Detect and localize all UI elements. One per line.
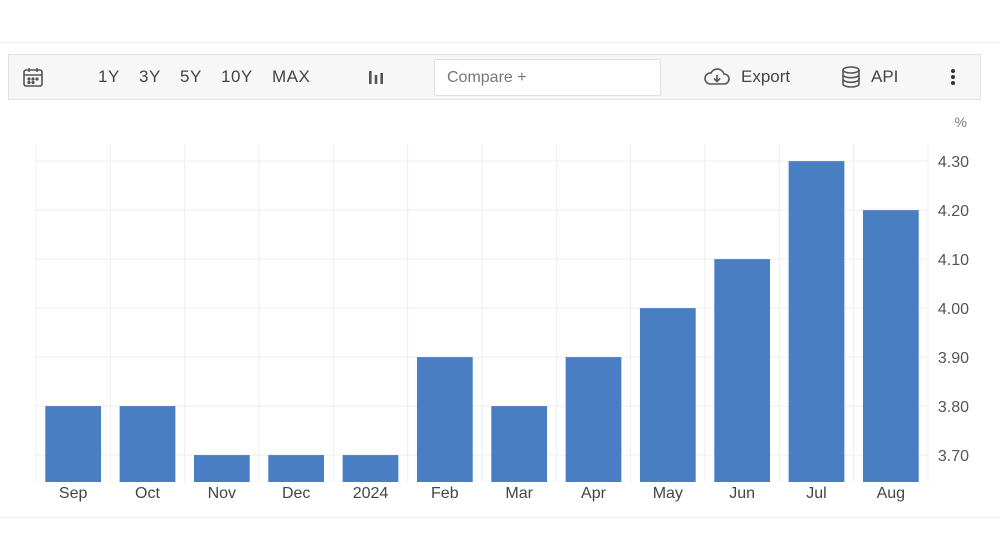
y-tick-label: 4.20 bbox=[938, 203, 969, 220]
x-tick-label: Aug bbox=[877, 485, 905, 502]
range-1y-button[interactable]: 1Y bbox=[98, 55, 120, 99]
bar-feb bbox=[416, 357, 473, 482]
bar-sep bbox=[45, 406, 102, 482]
bar-chart: 3.70 3.80 3.90 4.00 4.10 4.20 4.30% Sep Oct Nov De… bbox=[35, 114, 969, 502]
compare-input[interactable]: Compare + bbox=[434, 59, 661, 96]
y-tick-label: 4.10 bbox=[938, 252, 969, 269]
range-max-button[interactable]: MAX bbox=[272, 55, 310, 99]
chart-toolbar: 1Y 3Y 5Y 10Y MAX Compare + Export API bbox=[8, 54, 981, 100]
cloud-download-icon bbox=[703, 66, 731, 88]
x-tick-label: May bbox=[653, 485, 683, 502]
bar-chart-icon[interactable] bbox=[365, 55, 387, 99]
bar-may bbox=[639, 308, 696, 482]
x-tick-label: Oct bbox=[135, 485, 160, 502]
x-tick-label: Jul bbox=[806, 485, 826, 502]
x-tick-label: Sep bbox=[59, 485, 88, 502]
y-unit-label: % bbox=[955, 114, 967, 130]
y-tick-label: 3.70 bbox=[938, 448, 969, 465]
bar-apr bbox=[565, 357, 622, 482]
y-tick-label: 4.30 bbox=[938, 154, 969, 171]
bar-jul bbox=[788, 161, 845, 482]
chart-area: 3.70 3.80 3.90 4.00 4.10 4.20 4.30% Sep Oct Nov De… bbox=[0, 100, 1000, 516]
x-tick-label: Dec bbox=[282, 485, 310, 502]
bar-oct bbox=[119, 406, 176, 482]
bar-aug bbox=[862, 210, 919, 482]
database-icon bbox=[841, 65, 861, 89]
bar-dec bbox=[268, 455, 325, 482]
x-tick-label: Jun bbox=[729, 485, 755, 502]
y-tick-label: 3.80 bbox=[938, 399, 969, 416]
x-tick-label: 2024 bbox=[353, 485, 389, 502]
range-3y-button[interactable]: 3Y bbox=[139, 55, 161, 99]
export-button[interactable]: Export bbox=[703, 55, 790, 99]
bar-2024 bbox=[342, 455, 399, 482]
api-button[interactable]: API bbox=[841, 55, 898, 99]
y-tick-label: 3.90 bbox=[938, 350, 969, 367]
x-tick-label: Nov bbox=[208, 485, 236, 502]
x-tick-label: Mar bbox=[505, 485, 533, 502]
calendar-icon[interactable] bbox=[21, 55, 45, 99]
export-label: Export bbox=[741, 67, 791, 86]
bar-nov bbox=[193, 455, 250, 482]
more-vertical-icon[interactable] bbox=[949, 55, 957, 99]
x-tick-label: Apr bbox=[581, 485, 607, 502]
range-10y-button[interactable]: 10Y bbox=[221, 55, 253, 99]
api-label: API bbox=[871, 67, 899, 86]
y-tick-label: 4.00 bbox=[938, 301, 969, 318]
range-5y-button[interactable]: 5Y bbox=[180, 55, 202, 99]
bar-mar bbox=[491, 406, 548, 482]
bar-jun bbox=[714, 259, 771, 482]
x-tick-label: Feb bbox=[431, 485, 459, 502]
